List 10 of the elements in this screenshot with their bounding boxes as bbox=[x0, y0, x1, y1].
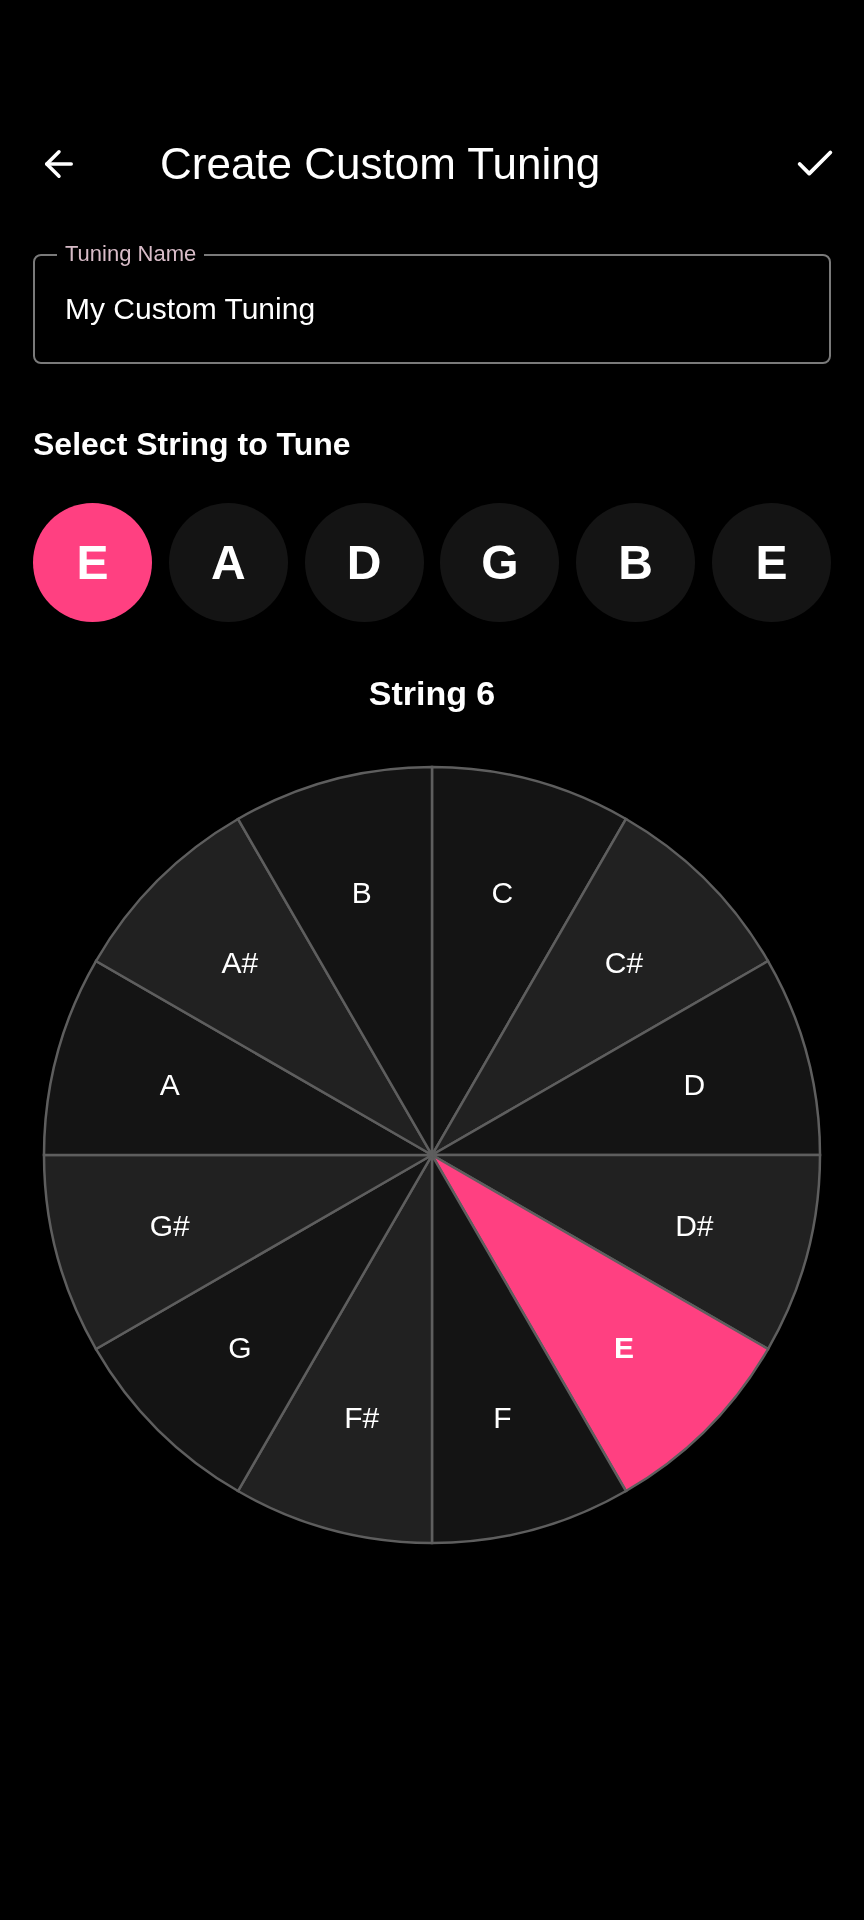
page-title: Create Custom Tuning bbox=[160, 139, 602, 189]
tuning-name-field[interactable]: Tuning Name My Custom Tuning bbox=[33, 240, 831, 364]
string-note-button[interactable]: A bbox=[168, 503, 288, 622]
string-note-button[interactable]: B bbox=[576, 503, 696, 622]
field-value: My Custom Tuning bbox=[65, 292, 316, 326]
string-note-button[interactable]: D bbox=[304, 503, 424, 622]
string-note-button[interactable]: E bbox=[712, 503, 831, 622]
current-string-label: String 6 bbox=[368, 674, 496, 713]
string-note-button[interactable]: G bbox=[440, 503, 560, 622]
section-heading: Select String to Tune bbox=[33, 426, 352, 463]
